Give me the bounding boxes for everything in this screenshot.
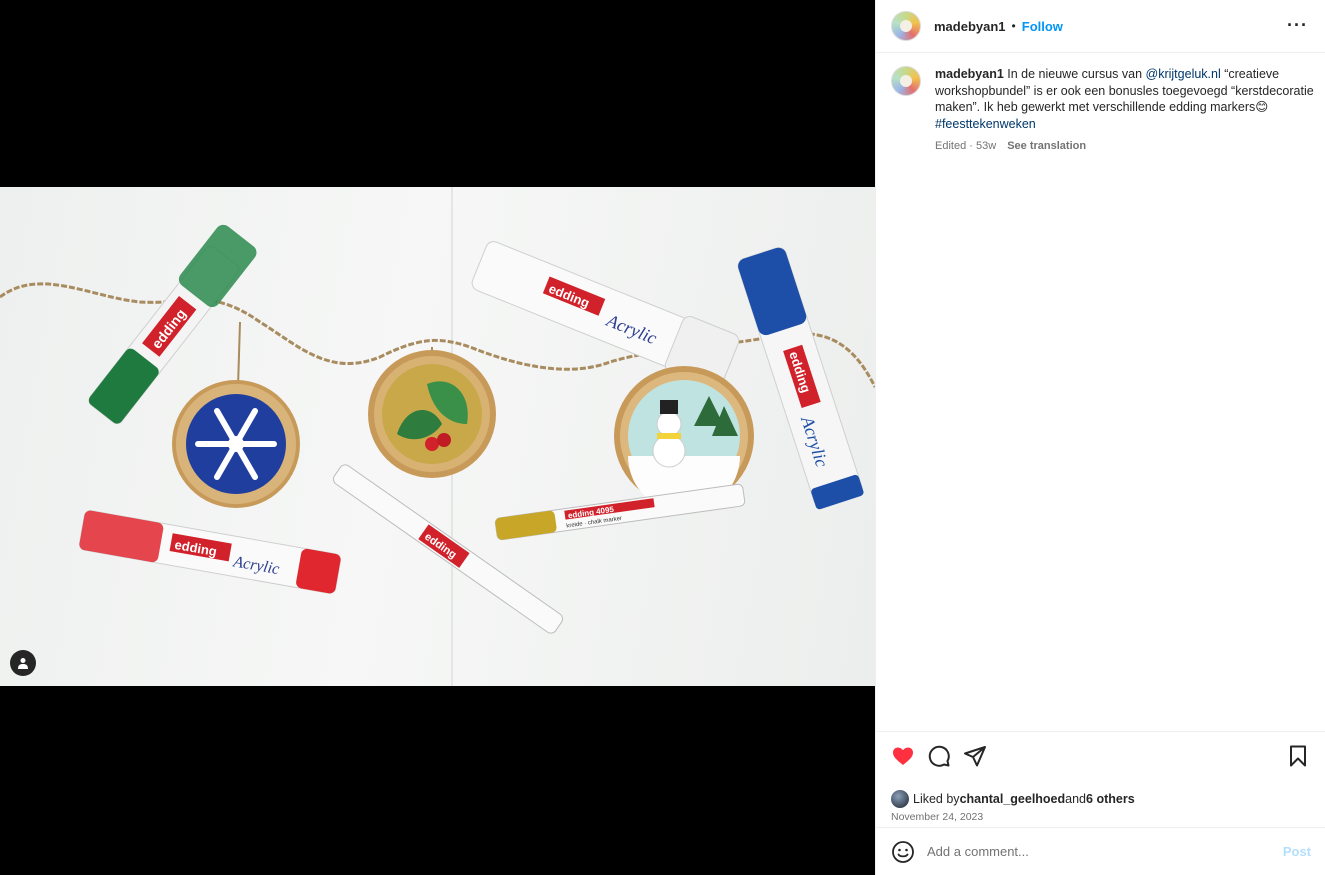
post-header: madebyan1 • Follow ···: [876, 0, 1325, 53]
liked-by-others[interactable]: 6 others: [1086, 792, 1135, 806]
caption-username[interactable]: madebyan1: [935, 67, 1004, 81]
smile-emoji: 😊: [1255, 100, 1269, 114]
emoji-button[interactable]: [891, 840, 915, 864]
caption: madebyan1 In de nieuwe cursus van @krijt…: [891, 66, 1316, 155]
liker-avatar[interactable]: [891, 790, 909, 808]
liked-by-user[interactable]: chantal_geelhoed: [960, 792, 1066, 806]
separator-dot: •: [1011, 19, 1016, 33]
ornament-snowflake: [172, 380, 300, 508]
mention-link[interactable]: @krijtgeluk.nl: [1146, 67, 1221, 81]
smiley-icon: [892, 840, 914, 863]
follow-button[interactable]: Follow: [1022, 19, 1063, 34]
liked-by-and: and: [1065, 792, 1087, 806]
more-options-icon[interactable]: ···: [1287, 16, 1308, 34]
send-icon: [964, 746, 986, 767]
bookmark-icon: [1290, 745, 1306, 767]
person-icon: [18, 658, 28, 669]
likes-summary: Liked by chantal_geelhoed and 6 others: [891, 790, 1310, 808]
post-photo[interactable]: edding edding Acrylic edding Acrylic edd…: [0, 187, 875, 686]
edited-time: Edited · 53w: [935, 140, 997, 152]
like-button[interactable]: [891, 744, 915, 768]
see-translation-button[interactable]: See translation: [1007, 140, 1086, 152]
liked-by-prefix: Liked by: [913, 792, 960, 806]
post-comment-button[interactable]: Post: [1283, 844, 1311, 859]
author-username[interactable]: madebyan1: [934, 19, 1006, 34]
post-media[interactable]: edding edding Acrylic edding Acrylic edd…: [0, 0, 875, 875]
comment-bar: Post: [876, 827, 1325, 875]
comment-button[interactable]: [927, 744, 951, 768]
caption-text: madebyan1 In de nieuwe cursus van @krijt…: [935, 66, 1315, 116]
hashtag-link[interactable]: #feesttekenweken: [935, 117, 1036, 131]
author-avatar[interactable]: [891, 11, 921, 41]
heart-icon: [893, 747, 913, 765]
save-button[interactable]: [1286, 744, 1310, 768]
share-button[interactable]: [963, 744, 987, 768]
comment-input[interactable]: [927, 844, 1267, 859]
caption-avatar[interactable]: [891, 66, 921, 96]
post-date[interactable]: November 24, 2023: [891, 811, 1310, 823]
caption-meta: Edited · 53w See translation: [935, 138, 1315, 155]
christmas-ornaments-photo: edding edding Acrylic edding Acrylic edd…: [0, 187, 875, 686]
ornament-holly: [368, 350, 496, 478]
comment-icon: [928, 745, 950, 767]
post-side-panel: madebyan1 • Follow ··· madebyan1 In de n…: [875, 0, 1325, 875]
caption-text-part1: In de nieuwe cursus van: [1003, 67, 1146, 81]
tagged-users-button[interactable]: [10, 650, 36, 676]
post-actions: Liked by chantal_geelhoed and 6 others N…: [876, 731, 1325, 823]
